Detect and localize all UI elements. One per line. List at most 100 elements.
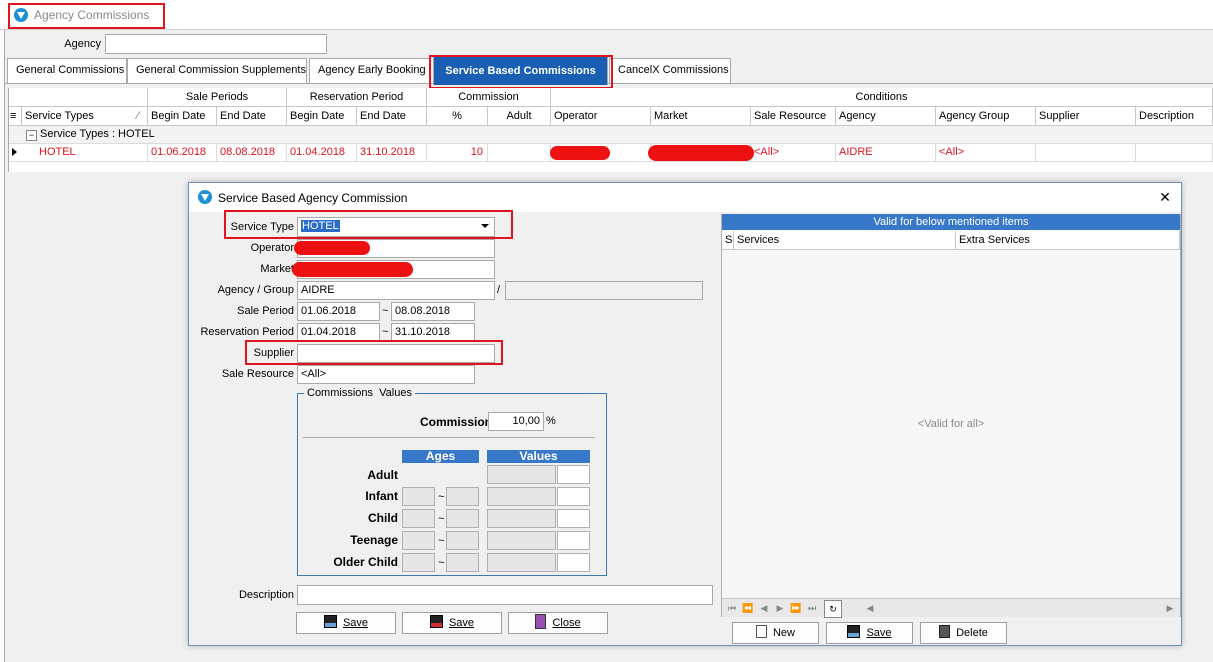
sale-resource-input[interactable]: <All> [297, 365, 475, 384]
teenage-tilde: ~ [438, 535, 445, 547]
dialog-title: Service Based Agency Commission [218, 191, 408, 205]
nav-refresh-icon[interactable]: ↻ [824, 600, 842, 618]
cell-res-end[interactable]: 31.10.2018 [357, 144, 427, 162]
new-button[interactable]: New [732, 622, 819, 644]
sale-to-input[interactable]: 08.08.2018 [391, 302, 475, 321]
save-button-2[interactable]: Save [402, 612, 502, 634]
nav-last-icon[interactable]: ⏭ [804, 600, 820, 616]
commission-values-title: Commissions Values [304, 387, 415, 399]
description-input[interactable] [297, 585, 713, 605]
panel-save-button-label: Save [866, 627, 892, 639]
band-blank [9, 88, 148, 107]
cell-percent[interactable]: 10 [427, 144, 488, 162]
scroll-right-icon[interactable]: ▶ [1162, 600, 1178, 616]
infant-tilde: ~ [438, 491, 445, 503]
tab-cancelx-commissions[interactable]: CancelX Commissions [609, 58, 731, 83]
col-agency[interactable]: Agency [836, 107, 936, 126]
col-supplier[interactable]: Supplier [1036, 107, 1136, 126]
commission-percent: % [546, 415, 556, 427]
col-service-types[interactable]: Service Types ∕ [22, 107, 148, 126]
col-extra-services[interactable]: Extra Services [956, 231, 1180, 250]
infant-extra-input[interactable] [557, 487, 590, 506]
col-res-begin[interactable]: Begin Date [287, 107, 357, 126]
collapse-icon[interactable]: − [26, 130, 37, 141]
col-adult[interactable]: Adult [488, 107, 551, 126]
col-description[interactable]: Description [1136, 107, 1213, 126]
col-sale-end[interactable]: End Date [217, 107, 287, 126]
col-row-indicator[interactable]: ≡ [9, 107, 22, 126]
infant-age-from[interactable] [402, 487, 435, 506]
cell-description[interactable] [1136, 144, 1213, 162]
col-agency-group[interactable]: Agency Group [936, 107, 1036, 126]
agency-input[interactable] [105, 34, 327, 54]
sale-from-input[interactable]: 01.06.2018 [297, 302, 380, 321]
nav-next-page-icon[interactable]: ⏩ [788, 600, 804, 616]
child-tilde: ~ [438, 513, 445, 525]
nav-first-icon[interactable]: ⏮ [724, 600, 740, 616]
cell-sale-begin[interactable]: 01.06.2018 [148, 144, 217, 162]
cell-sale-resource[interactable]: <All> [751, 144, 836, 162]
cell-res-begin[interactable]: 01.04.2018 [287, 144, 357, 162]
close-button[interactable]: Close [508, 612, 608, 634]
dialog-close-icon[interactable]: ✕ [1152, 186, 1178, 208]
tab-agency-early-booking[interactable]: Agency Early Booking [309, 58, 431, 83]
child-age-to[interactable] [446, 509, 479, 528]
child-value-input[interactable] [487, 509, 556, 528]
door-icon [535, 614, 547, 629]
col-sale-resource[interactable]: Sale Resource [751, 107, 836, 126]
ages-header: Ages [402, 450, 479, 463]
teenage-age-to[interactable] [446, 531, 479, 550]
left-edge-line [0, 30, 5, 662]
child-extra-input[interactable] [557, 509, 590, 528]
panel-save-button[interactable]: Save [826, 622, 913, 644]
teenage-value-input[interactable] [487, 531, 556, 550]
cell-supplier[interactable] [1036, 144, 1136, 162]
col-services[interactable]: Services [722, 231, 734, 250]
title-highlight [8, 3, 165, 29]
cell-sale-end[interactable]: 08.08.2018 [217, 144, 287, 162]
agency-input-dialog[interactable]: AIDRE [297, 281, 495, 300]
cell-service-type[interactable]: HOTEL [36, 144, 148, 162]
col-sale-begin[interactable]: Begin Date [148, 107, 217, 126]
adult-extra-input[interactable] [557, 465, 590, 484]
band-sale-periods: Sale Periods [148, 88, 287, 107]
nav-prev-icon[interactable]: ◀ [756, 600, 772, 616]
save-button-2-label: Save [448, 617, 475, 629]
older-child-age-from[interactable] [402, 553, 435, 572]
col-service-types-label: Service Types [25, 110, 94, 122]
older-child-value-input[interactable] [487, 553, 556, 572]
cell-agency[interactable]: AIDRE [836, 144, 936, 162]
tab-general-commission-supplements[interactable]: General Commission Supplements [127, 58, 307, 83]
dialog-app-icon [198, 190, 212, 204]
teenage-extra-input[interactable] [557, 531, 590, 550]
save-button-1[interactable]: Save [296, 612, 396, 634]
band-reservation-period: Reservation Period [287, 88, 427, 107]
infant-value-input[interactable] [487, 487, 556, 506]
delete-button-label: Delete [956, 627, 988, 639]
adult-value-input[interactable] [487, 465, 556, 484]
commission-input[interactable]: 10,00 [488, 412, 544, 431]
col-percent[interactable]: % [427, 107, 488, 126]
group-divider [303, 437, 595, 438]
col-services-label[interactable]: Services [734, 231, 956, 250]
tab-general-commissions[interactable]: General Commissions [7, 58, 127, 83]
older-child-age-to[interactable] [446, 553, 479, 572]
group-row[interactable]: − Service Types : HOTEL [9, 126, 1213, 144]
older-child-extra-input[interactable] [557, 553, 590, 572]
delete-button[interactable]: Delete [920, 622, 1007, 644]
col-res-end[interactable]: End Date [357, 107, 427, 126]
cell-adult[interactable] [488, 144, 551, 162]
col-market[interactable]: Market [651, 107, 751, 126]
age-row-older-child-label: Older Child [333, 555, 398, 569]
agency-group-input[interactable] [505, 281, 703, 300]
teenage-age-from[interactable] [402, 531, 435, 550]
col-operator[interactable]: Operator [551, 107, 651, 126]
infant-age-to[interactable] [446, 487, 479, 506]
new-doc-icon [755, 625, 767, 638]
res-period-label: Reservation Period [200, 326, 294, 338]
child-age-from[interactable] [402, 509, 435, 528]
cell-agency-group[interactable]: <All> [936, 144, 1036, 162]
nav-next-icon[interactable]: ▶ [772, 600, 788, 616]
nav-prev-page-icon[interactable]: ⏪ [740, 600, 756, 616]
scroll-left-icon[interactable]: ◀ [862, 600, 878, 616]
